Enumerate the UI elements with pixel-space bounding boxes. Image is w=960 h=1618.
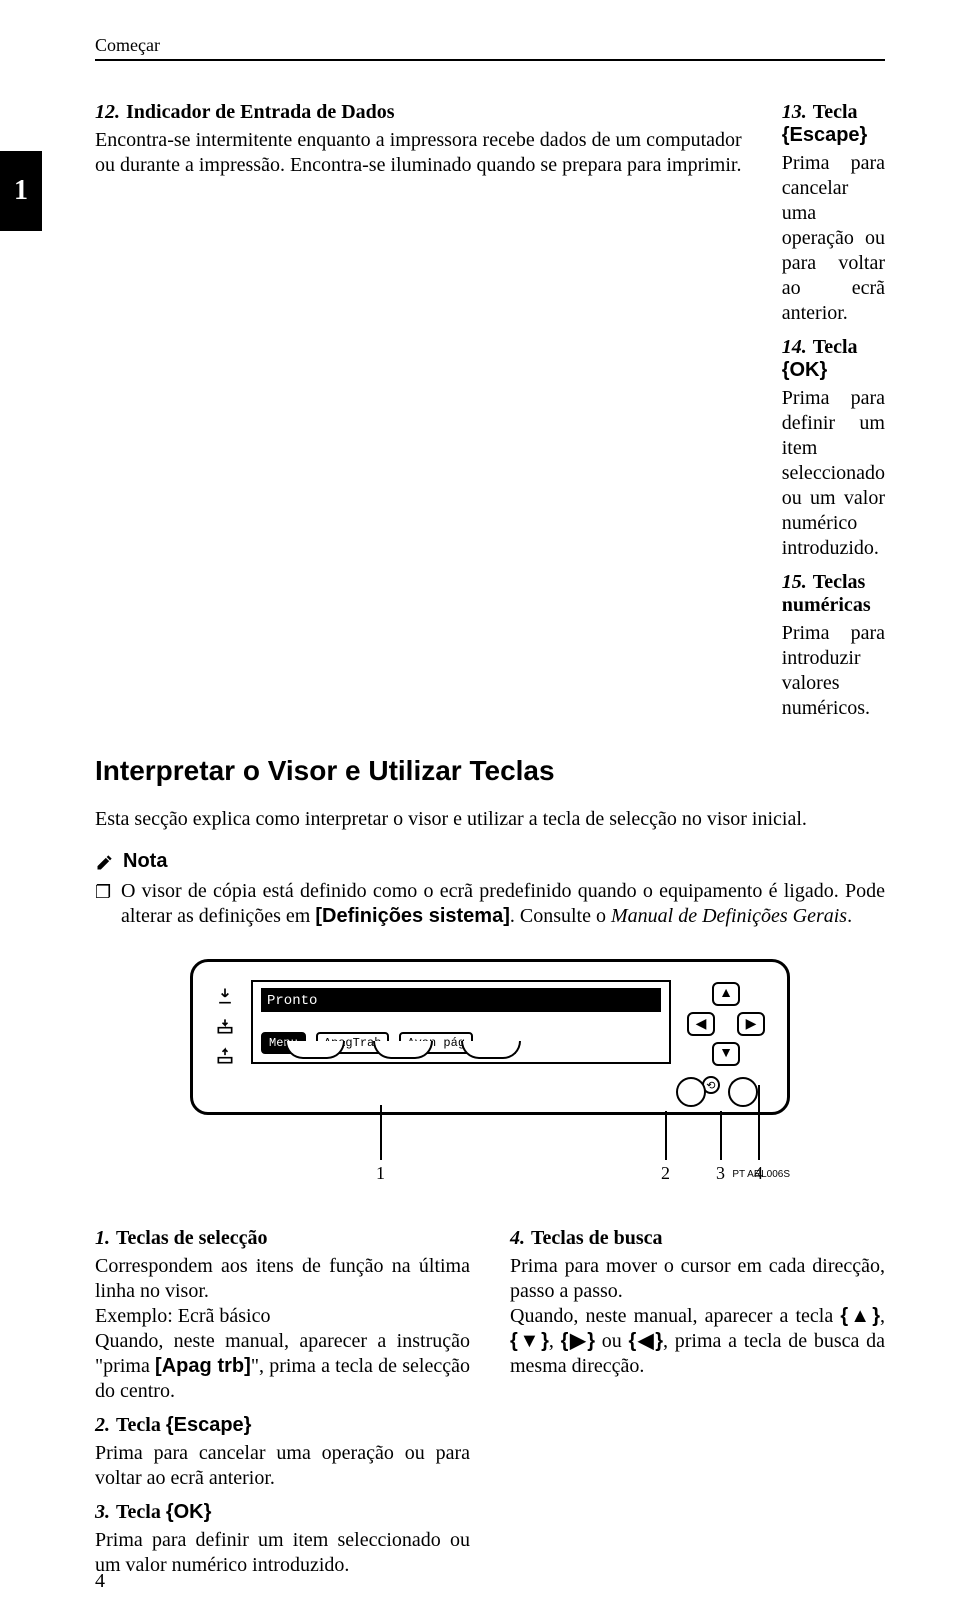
item-b2-body: Prima para cancelar uma operação ou para… bbox=[95, 1441, 470, 1491]
b4-k3: {▶} bbox=[561, 1330, 595, 1352]
left-button[interactable]: ◀ bbox=[687, 1012, 715, 1036]
softkey-1[interactable] bbox=[285, 1041, 345, 1059]
up-button[interactable]: ▲ bbox=[712, 982, 740, 1006]
note-label-row: Nota bbox=[95, 850, 885, 873]
figure-id: PT ARL006S bbox=[732, 1169, 790, 1180]
item-b2-key: {Escape} bbox=[166, 1414, 252, 1436]
display-panel-figure: Pronto Menu ApagTrab Avan pág ▲ ◀ ▶ ▼ bbox=[95, 959, 885, 1187]
section-intro: Esta secção explica como interpretar o v… bbox=[95, 807, 885, 832]
callout-2: 2 bbox=[661, 1163, 670, 1184]
item-13-key: {Escape} bbox=[782, 124, 868, 146]
item-b3-prefix: Tecla bbox=[116, 1501, 166, 1523]
page-number: 4 bbox=[95, 1570, 105, 1593]
item-b3-body: Prima para definir um item seleccionado … bbox=[95, 1528, 470, 1578]
item-14-prefix: Tecla bbox=[813, 336, 858, 358]
note-c: . Consulte o bbox=[510, 905, 611, 927]
item-b3-key: {OK} bbox=[166, 1501, 212, 1523]
item-13-body: Prima para cancelar uma operação ou para… bbox=[782, 151, 885, 326]
b4-s1: , bbox=[880, 1305, 885, 1327]
item-14-key: {OK} bbox=[782, 359, 828, 381]
item-12-num: 12. bbox=[95, 101, 120, 123]
item-b4-heading: 4. Teclas de busca bbox=[510, 1227, 885, 1250]
item-12-title: Indicador de Entrada de Dados bbox=[126, 101, 395, 123]
callout-3: 3 bbox=[716, 1163, 725, 1184]
softkey-2[interactable] bbox=[373, 1041, 433, 1059]
note-body: O visor de cópia está definido como o ec… bbox=[95, 879, 885, 929]
running-header: Começar bbox=[95, 35, 885, 61]
note-d: Manual de Definições Gerais bbox=[611, 905, 847, 927]
data-in-icon bbox=[215, 986, 235, 1006]
tray-up-icon bbox=[215, 1046, 235, 1066]
item-b3-num: 3. bbox=[95, 1501, 110, 1523]
item-12-body: Encontra-se intermitente enquanto a impr… bbox=[95, 128, 742, 178]
item-13-heading: 13. Tecla {Escape} bbox=[782, 101, 885, 147]
softkey-3[interactable] bbox=[461, 1041, 521, 1059]
item-13-prefix: Tecla bbox=[813, 101, 858, 123]
item-b2-prefix: Tecla bbox=[116, 1414, 166, 1436]
b4-s3: ou bbox=[595, 1330, 629, 1352]
b4-k2: {▼} bbox=[510, 1330, 549, 1352]
status-icons bbox=[215, 980, 235, 1066]
pencil-icon bbox=[95, 852, 115, 872]
item-b1-line1: Correspondem aos itens de função na últi… bbox=[95, 1254, 470, 1304]
chapter-tab: 1 bbox=[0, 151, 42, 231]
b4-k4: {◀} bbox=[629, 1330, 663, 1352]
item-14-body: Prima para definir um item seleccionado … bbox=[782, 386, 885, 561]
ok-button[interactable] bbox=[728, 1077, 758, 1107]
item-b4-line1: Prima para mover o cursor em cada direcç… bbox=[510, 1254, 885, 1304]
item-b1-heading: 1. Teclas de selecção bbox=[95, 1227, 470, 1250]
item-b3-heading: 3. Tecla {OK} bbox=[95, 1501, 470, 1524]
item-b1-cb: [Apag trb] bbox=[155, 1355, 251, 1377]
item-b1-num: 1. bbox=[95, 1227, 110, 1249]
callout-1: 1 bbox=[376, 1163, 385, 1184]
item-b1-line2: Exemplo: Ecrã básico bbox=[95, 1304, 470, 1329]
item-b2-heading: 2. Tecla {Escape} bbox=[95, 1414, 470, 1437]
section-heading: Interpretar o Visor e Utilizar Teclas bbox=[95, 755, 885, 787]
item-15-heading: 15.Teclas numéricas bbox=[782, 571, 885, 617]
item-b1-composite: Quando, neste manual, aparecer a instruç… bbox=[95, 1329, 470, 1404]
note-b: [Definições sistema] bbox=[315, 905, 510, 927]
down-button[interactable]: ▼ bbox=[712, 1042, 740, 1066]
tray-down-icon bbox=[215, 1016, 235, 1036]
item-b4-composite: Quando, neste manual, aparecer a tecla {… bbox=[510, 1304, 885, 1379]
b4-k1: {▲} bbox=[840, 1305, 880, 1327]
item-b4-title: Teclas de busca bbox=[531, 1227, 663, 1249]
item-12-heading: 12. Indicador de Entrada de Dados bbox=[95, 101, 742, 124]
item-15-num: 15. bbox=[782, 571, 807, 593]
item-15-body: Prima para introduzir valores numéricos. bbox=[782, 621, 885, 721]
escape-button[interactable] bbox=[676, 1077, 706, 1107]
note-label: Nota bbox=[123, 850, 167, 873]
item-13-num: 13. bbox=[782, 101, 807, 123]
item-14-heading: 14. Tecla {OK} bbox=[782, 336, 885, 382]
item-b2-num: 2. bbox=[95, 1414, 110, 1436]
b4-s2: , bbox=[549, 1330, 561, 1352]
item-14-num: 14. bbox=[782, 336, 807, 358]
right-button[interactable]: ▶ bbox=[737, 1012, 765, 1036]
b4-a: Quando, neste manual, aparecer a tecla bbox=[510, 1305, 840, 1327]
note-e: . bbox=[847, 905, 852, 927]
lcd-status: Pronto bbox=[267, 993, 317, 1009]
item-b4-num: 4. bbox=[510, 1227, 525, 1249]
item-b1-title: Teclas de selecção bbox=[116, 1227, 267, 1249]
figure-callouts: 1 2 3 4 PT ARL006S bbox=[190, 1115, 790, 1187]
